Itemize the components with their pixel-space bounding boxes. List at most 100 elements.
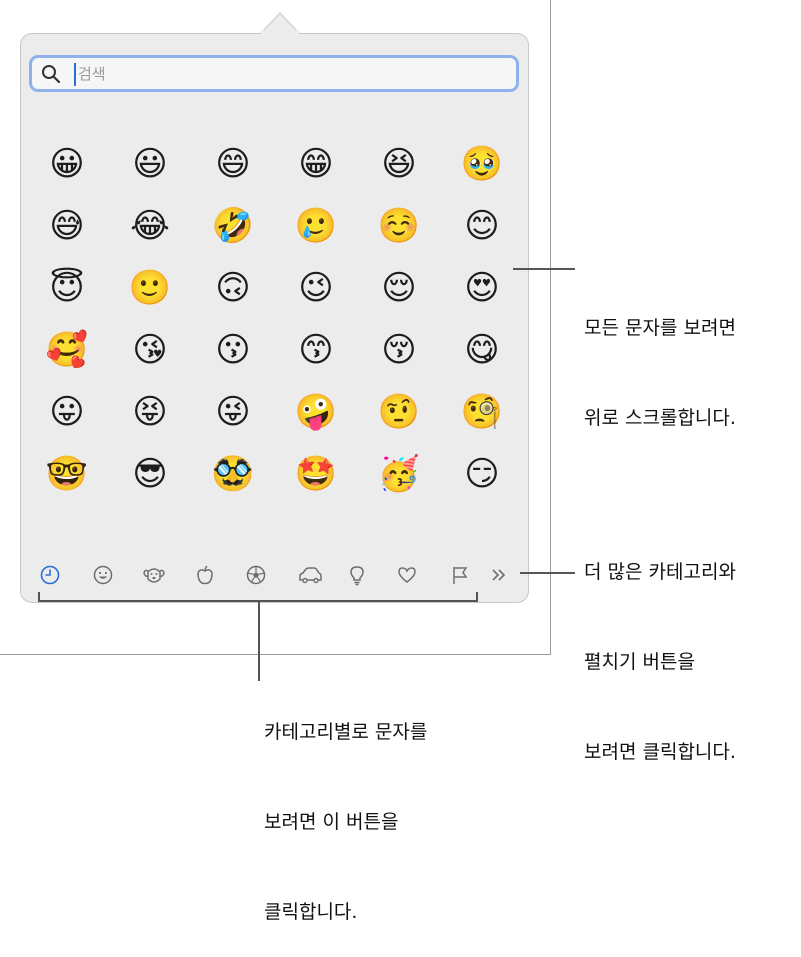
emoji-button[interactable]: 😜	[211, 390, 255, 434]
category-activity-button[interactable]	[242, 561, 270, 589]
smiley-icon	[93, 565, 113, 585]
emoji-button[interactable]: 🤣	[211, 204, 255, 248]
emoji-button[interactable]: ☺️	[377, 204, 421, 248]
emoji-button[interactable]: 😇	[45, 266, 89, 310]
emoji-button[interactable]: 🤩	[294, 452, 338, 496]
emoji-glyph: 😇	[49, 268, 85, 308]
lightbulb-icon	[350, 566, 364, 586]
category-flags-button[interactable]	[446, 561, 474, 589]
emoji-button[interactable]: 🤨	[377, 390, 421, 434]
emoji-glyph: 😋	[464, 330, 500, 370]
apple-icon	[197, 565, 213, 585]
callout-scroll-line-1: 모든 문자를 보려면	[584, 317, 736, 339]
category-animals-button[interactable]	[140, 561, 168, 589]
dog-icon	[143, 568, 165, 583]
emoji-glyph: 🤣	[211, 206, 255, 246]
callout-more-line-3: 보려면 클릭합니다.	[584, 741, 736, 763]
text-caret	[74, 63, 76, 86]
emoji-glyph: 🥰	[45, 330, 89, 370]
category-frequently-used-button[interactable]	[36, 561, 64, 589]
emoji-glyph: 😆	[381, 144, 417, 184]
search-icon	[42, 65, 61, 84]
chevron-double-right-icon	[492, 569, 506, 581]
callout-scroll: 모든 문자를 보려면 위로 스크롤합니다.	[584, 253, 736, 463]
callout-bracket-right-tick	[476, 592, 478, 602]
callout-more: 더 많은 카테고리와 펼치기 버튼을 보려면 클릭합니다.	[584, 497, 736, 797]
callout-category-line-3: 클릭합니다.	[264, 901, 358, 923]
emoji-glyph: 🥲	[294, 206, 338, 246]
emoji-glyph: 😏	[464, 454, 500, 494]
emoji-button[interactable]: 🙃	[211, 266, 255, 310]
callout-line-more	[520, 572, 575, 574]
category-smileys-button[interactable]	[89, 561, 117, 589]
emoji-glyph: 😘	[132, 330, 168, 370]
emoji-button[interactable]: 😗	[211, 328, 255, 372]
emoji-button[interactable]: 😃	[128, 142, 172, 186]
emoji-button[interactable]: 🧐	[460, 390, 504, 434]
emoji-glyph: 🤨	[377, 392, 421, 432]
emoji-glyph: 😃	[132, 144, 168, 184]
emoji-button[interactable]: 🥳	[377, 452, 421, 496]
emoji-glyph: 🥸	[211, 454, 255, 494]
emoji-button[interactable]: 😉	[294, 266, 338, 310]
emoji-glyph: 🙃	[215, 268, 251, 308]
category-objects-button[interactable]	[343, 561, 371, 589]
emoji-button[interactable]: 😁	[294, 142, 338, 186]
emoji-button[interactable]: 🙂	[128, 266, 172, 310]
emoji-button[interactable]: 😄	[211, 142, 255, 186]
emoji-button[interactable]: 😍	[460, 266, 504, 310]
emoji-button[interactable]: 😚	[377, 328, 421, 372]
emoji-button[interactable]: 😂	[128, 204, 172, 248]
emoji-button[interactable]: 😛	[45, 390, 89, 434]
emoji-glyph: 🤪	[294, 392, 338, 432]
emoji-button[interactable]: 😀	[45, 142, 89, 186]
heart-icon	[398, 567, 416, 583]
emoji-button[interactable]: 🤓	[45, 452, 89, 496]
callout-line-category	[258, 601, 260, 681]
emoji-button[interactable]: 😝	[128, 390, 172, 434]
emoji-glyph: 😂	[130, 206, 170, 246]
callout-category: 카테고리별로 문자를 보려면 이 버튼을 클릭합니다.	[264, 657, 427, 957]
emoji-glyph: 😌	[381, 268, 417, 308]
emoji-glyph: 😜	[215, 392, 251, 432]
emoji-button[interactable]: 🥹	[460, 142, 504, 186]
emoji-button[interactable]: 🥸	[211, 452, 255, 496]
emoji-button[interactable]: 😅	[45, 204, 89, 248]
emoji-button[interactable]: 😊	[460, 204, 504, 248]
category-symbols-button[interactable]	[393, 561, 421, 589]
emoji-glyph: 😄	[215, 144, 251, 184]
emoji-glyph: 😉	[298, 268, 334, 308]
emoji-button[interactable]: 😋	[460, 328, 504, 372]
emoji-button[interactable]: 😆	[377, 142, 421, 186]
emoji-button[interactable]: 🤪	[294, 390, 338, 434]
emoji-button[interactable]: 🥰	[45, 328, 89, 372]
emoji-button[interactable]: 😘	[128, 328, 172, 372]
emoji-glyph: 🤓	[45, 454, 89, 494]
callout-more-line-2: 펼치기 버튼을	[584, 651, 695, 673]
emoji-button[interactable]: 😏	[460, 452, 504, 496]
callout-category-line-1: 카테고리별로 문자를	[264, 721, 428, 743]
category-bar	[30, 557, 520, 593]
emoji-glyph: 🧐	[460, 392, 504, 432]
search-field[interactable]	[29, 55, 519, 92]
emoji-button[interactable]: 😌	[377, 266, 421, 310]
category-travel-button[interactable]	[296, 561, 324, 589]
emoji-glyph: 😍	[464, 268, 500, 308]
callout-line-scroll	[513, 268, 575, 270]
callout-scroll-line-2: 위로 스크롤합니다.	[584, 407, 736, 429]
emoji-button[interactable]: 😙	[294, 328, 338, 372]
callout-category-line-2: 보려면 이 버튼을	[264, 811, 399, 833]
emoji-glyph: 😛	[49, 392, 85, 432]
emoji-glyph: 😙	[298, 330, 334, 370]
more-categories-button[interactable]	[485, 561, 513, 589]
emoji-glyph: ☺️	[377, 206, 421, 246]
emoji-button[interactable]: 🥲	[294, 204, 338, 248]
category-food-button[interactable]	[191, 561, 219, 589]
search-input[interactable]	[78, 60, 498, 88]
emoji-glyph: 😗	[215, 330, 251, 370]
emoji-glyph: 😚	[381, 330, 417, 370]
emoji-glyph: 😊	[464, 206, 500, 246]
emoji-button[interactable]: 😎	[128, 452, 172, 496]
emoji-glyph: 😁	[298, 144, 334, 184]
flag-icon	[453, 567, 468, 584]
